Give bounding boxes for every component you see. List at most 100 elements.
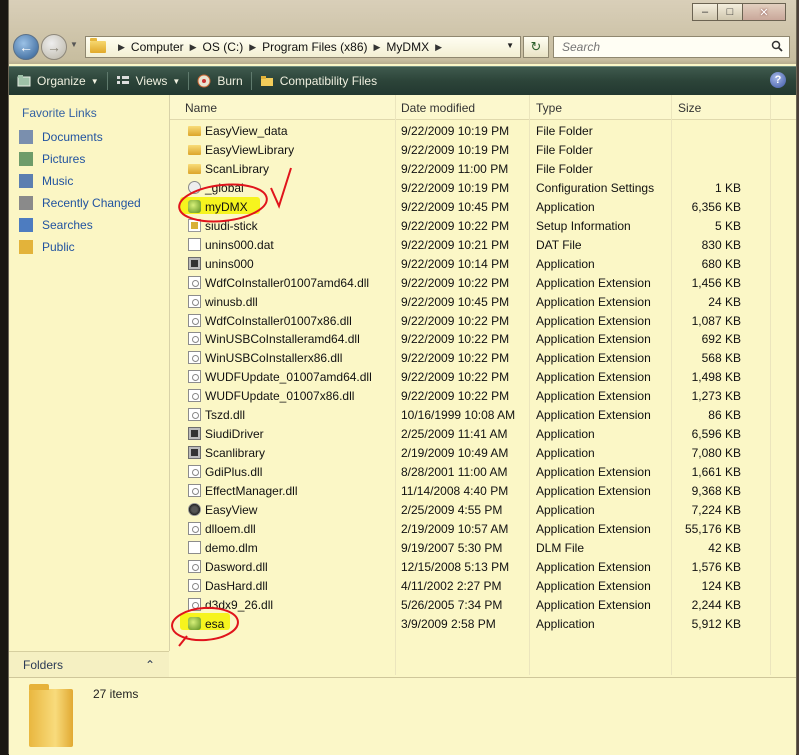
table-row[interactable]: demo.dlm 9/19/2007 5:30 PM DLM File 42 KB (170, 538, 796, 557)
dll-file-icon (188, 408, 201, 422)
table-row[interactable]: WUDFUpdate_01007amd64.dll 9/22/2009 10:22… (170, 367, 796, 386)
favorite-link-pictures[interactable]: Pictures (9, 148, 169, 170)
file-type: Application (536, 199, 595, 214)
file-date: 9/22/2009 10:45 PM (401, 199, 510, 214)
favorite-link-public[interactable]: Public (9, 236, 169, 258)
breadcrumb-mydmx[interactable]: MyDMX (386, 40, 429, 54)
table-row[interactable]: EasyViewLibrary 9/22/2009 10:19 PM File Fo… (170, 140, 796, 159)
compatibility-files-button[interactable]: Compatibility Files (252, 67, 385, 95)
folders-toggle[interactable]: Folders ⌃ (9, 651, 169, 677)
table-row[interactable]: WdfCoInstaller01007x86.dll 9/22/2009 10:2… (170, 311, 796, 330)
file-date: 2/25/2009 4:55 PM (401, 503, 503, 517)
settings-file-icon (188, 180, 201, 194)
file-size: 1,456 KB (691, 275, 741, 290)
application-icon (188, 256, 201, 270)
help-button[interactable]: ? (770, 72, 786, 88)
file-name: EasyViewLibrary (205, 142, 295, 157)
favorite-link-recently-changed[interactable]: Recently Changed (9, 192, 169, 214)
file-date: 2/25/2009 11:41 AM (401, 427, 508, 442)
file-size: 7,080 KB (691, 446, 741, 461)
address-dropdown-icon[interactable]: ▼ (506, 41, 514, 50)
file-name: demo.dlm (205, 540, 258, 555)
table-row[interactable]: WUDFUpdate_01007x86.dll 9/22/2009 10:22 P… (170, 386, 796, 405)
file-size: 6,596 KB (691, 427, 741, 442)
recent-pages-dropdown-icon[interactable]: ▼ (70, 40, 78, 49)
table-row[interactable]: _global 9/22/2009 10:19 PM Configuration S… (170, 178, 796, 197)
table-row[interactable]: GdiPlus.dll 8/28/2001 11:00 AM Application… (170, 462, 796, 481)
file-size: 124 KB (701, 578, 741, 593)
breadcrumb-os-drive[interactable]: OS (C:) (203, 40, 244, 54)
file-size: 1,576 KB (691, 559, 741, 574)
file-name: EasyView_data (205, 124, 288, 138)
search-input[interactable] (560, 39, 764, 55)
table-row[interactable]: SiudiDriver 2/25/2009 11:41 AM Application… (170, 424, 796, 443)
close-button[interactable]: ✕ (742, 3, 786, 21)
table-row[interactable]: WinUSBCoInstalleramd64.dll 9/22/2009 10:2… (170, 329, 796, 348)
file-type: Application (536, 256, 595, 271)
table-row[interactable]: WinUSBCoInstallerx86.dll 9/22/2009 10:22 … (170, 348, 796, 367)
table-row[interactable]: EasyView_data 9/22/2009 10:19 PM File Fold… (170, 121, 796, 140)
details-pane: 27 items (9, 677, 796, 755)
file-type: Application Extension (536, 465, 651, 480)
column-header-size[interactable]: Size (678, 101, 701, 115)
table-row[interactable]: EffectManager.dll 11/14/2008 4:40 PM Appli… (170, 481, 796, 500)
chevron-up-icon: ⌃ (144, 657, 155, 672)
table-row[interactable]: unins000 9/22/2009 10:14 PM Application 680… (170, 254, 796, 273)
column-header-row: Name Date modified Type Size (170, 95, 796, 120)
breadcrumb-computer[interactable]: Computer (131, 40, 184, 54)
music-icon (19, 174, 33, 188)
favorite-link-searches[interactable]: Searches (9, 214, 169, 236)
minimize-button[interactable]: – (692, 3, 718, 21)
search-icon[interactable] (771, 40, 783, 52)
folder-icon (188, 163, 201, 174)
file-date: 4/11/2002 2:27 PM (401, 578, 502, 593)
file-size: 9,368 KB (691, 484, 741, 499)
breadcrumb-separator-icon[interactable]: ▶ (373, 42, 380, 53)
file-name: Tszd.dll (205, 408, 246, 423)
favorite-link-documents[interactable]: Documents (9, 126, 169, 148)
table-row[interactable]: Dasword.dll 12/15/2008 5:13 PM Application… (170, 557, 796, 576)
table-row[interactable]: DasHard.dll 4/11/2002 2:27 PM Application … (170, 576, 796, 595)
column-header-name[interactable]: Name (185, 101, 217, 115)
table-row[interactable]: myDMX 9/22/2009 10:45 PM Application 6,356 … (170, 197, 796, 216)
breadcrumb-separator-icon[interactable]: ▶ (190, 42, 197, 53)
table-row[interactable]: Scanlibrary 2/19/2009 10:49 AM Application… (170, 443, 796, 462)
table-row[interactable]: winusb.dll 9/22/2009 10:45 PM Application … (170, 292, 796, 311)
forward-arrow-icon: → (47, 39, 61, 55)
table-row[interactable]: Tszd.dll 10/16/1999 10:08 AM Application E… (170, 405, 796, 424)
refresh-icon: ↻ (530, 39, 542, 54)
views-label: Views (135, 74, 168, 88)
table-row[interactable]: esa 3/9/2009 2:58 PM Application 5,912 KB (170, 614, 796, 633)
file-type: Application (536, 427, 595, 442)
column-header-date-modified[interactable]: Date modified (401, 101, 475, 115)
table-row[interactable]: WdfCoInstaller01007amd64.dll 9/22/2009 10… (170, 273, 796, 292)
address-bar[interactable]: ▶ Computer ▶ OS (C:) ▶ Program Files (x8… (85, 36, 521, 58)
table-row[interactable]: EasyView 2/25/2009 4:55 PM Application 7,22… (170, 500, 796, 519)
file-date: 11/14/2008 4:40 PM (401, 484, 509, 499)
file-type: Application Extension (536, 389, 651, 404)
burn-button[interactable]: Burn (189, 67, 250, 95)
breadcrumb-separator-icon[interactable]: ▶ (249, 42, 256, 53)
table-row[interactable]: dlloem.dll 2/19/2009 10:57 AM Application … (170, 519, 796, 538)
file-name: d3dx9_26.dll (205, 597, 274, 612)
refresh-button[interactable]: ↻ (523, 36, 549, 58)
table-row[interactable]: siudi-stick 9/22/2009 10:22 PM Setup Infor… (170, 216, 796, 235)
file-size: 1 KB (714, 180, 741, 195)
table-row[interactable]: ScanLibrary 9/22/2009 11:00 PM File Folder (170, 159, 796, 178)
table-row[interactable]: d3dx9_26.dll 5/26/2005 7:34 PM Application… (170, 595, 796, 614)
breadcrumb-separator-icon[interactable]: ▶ (435, 42, 442, 53)
back-button[interactable]: ← (13, 34, 39, 60)
file-size: 1,498 KB (691, 370, 741, 385)
breadcrumb-separator-icon[interactable]: ▶ (118, 42, 125, 53)
organize-button[interactable]: Organize ▼ (9, 67, 107, 95)
file-name: WdfCoInstaller01007amd64.dll (205, 275, 370, 290)
maximize-button[interactable]: □ (717, 3, 743, 21)
file-date: 9/22/2009 10:22 PM (401, 218, 510, 233)
views-button[interactable]: Views ▼ (108, 67, 189, 95)
file-name: unins000.dat (205, 237, 274, 252)
column-header-type[interactable]: Type (536, 101, 562, 115)
favorite-link-music[interactable]: Music (9, 170, 169, 192)
forward-button[interactable]: → (41, 34, 67, 60)
breadcrumb-program-files[interactable]: Program Files (x86) (262, 40, 367, 54)
table-row[interactable]: unins000.dat 9/22/2009 10:21 PM DAT File 83… (170, 235, 796, 254)
